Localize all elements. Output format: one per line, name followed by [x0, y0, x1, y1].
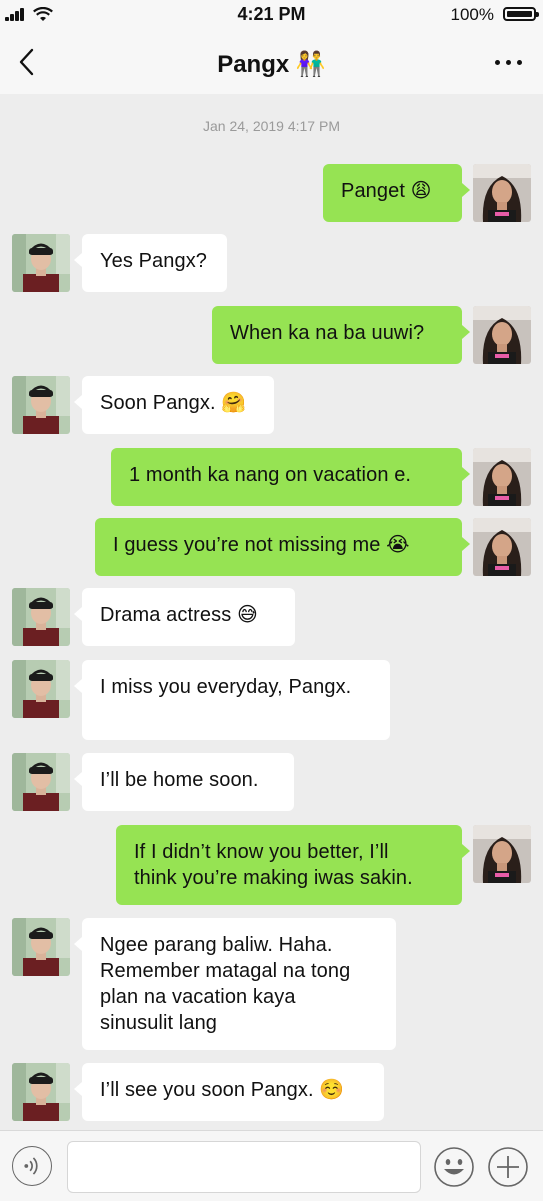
my-avatar[interactable] — [473, 306, 531, 364]
add-attachment-icon[interactable] — [487, 1146, 529, 1188]
more-options-icon[interactable] — [493, 52, 525, 72]
outgoing-message-bubble[interactable]: When ka na ba uuwi? — [212, 306, 470, 364]
message-input[interactable] — [67, 1141, 421, 1193]
outgoing-message-bubble[interactable]: Panget 😩 — [323, 164, 470, 222]
emoji-icon[interactable] — [433, 1146, 475, 1188]
message-text: plan na vacation kaya — [100, 986, 296, 1008]
my-avatar[interactable] — [473, 448, 531, 506]
voice-input-icon[interactable] — [12, 1146, 52, 1186]
incoming-message-bubble[interactable]: Yes Pangx? — [74, 234, 227, 292]
message-text: sinusulit lang — [100, 1012, 218, 1034]
incoming-message-bubble[interactable]: Soon Pangx. 🤗 — [74, 376, 274, 434]
message-text: 1 month ka nang on vacation e. — [129, 464, 412, 486]
status-bar: 4:21 PM 100% — [0, 0, 543, 30]
contact-avatar[interactable] — [12, 660, 70, 718]
message-text: Drama actress 😅 — [100, 604, 258, 626]
contact-avatar[interactable] — [12, 918, 70, 976]
incoming-message-bubble[interactable]: I miss you everyday, Pangx. — [74, 660, 390, 740]
outgoing-message-bubble[interactable]: I guess you’re not missing me 😭 — [95, 518, 470, 576]
chat-title: Pangx 👫 — [217, 51, 326, 78]
battery-icon — [503, 7, 539, 21]
message-text: Yes Pangx? — [100, 250, 208, 272]
message-text: I guess you’re not missing me 😭 — [113, 534, 410, 556]
incoming-message-bubble[interactable]: I’ll be home soon. — [74, 753, 294, 811]
message-text: I miss you everyday, Pangx. — [100, 676, 352, 698]
contact-avatar[interactable] — [12, 376, 70, 434]
incoming-message-bubble[interactable]: I’ll see you soon Pangx. ☺️ — [74, 1063, 384, 1121]
contact-avatar[interactable] — [12, 753, 70, 811]
message-text: Panget 😩 — [341, 180, 432, 202]
my-avatar[interactable] — [473, 164, 531, 222]
message-text: Soon Pangx. 🤗 — [100, 392, 247, 414]
message-text: think you’re making iwas sakin. — [134, 867, 413, 889]
conversation-timestamp: Jan 24, 2019 4:17 PM — [203, 118, 340, 134]
message-text: When ka na ba uuwi? — [230, 322, 425, 344]
input-bar — [0, 1130, 543, 1201]
message-text — [100, 700, 374, 726]
outgoing-message-bubble[interactable]: 1 month ka nang on vacation e. — [111, 448, 470, 506]
message-text: If I didn’t know you better, I’ll — [134, 841, 389, 863]
outgoing-message-bubble[interactable]: If I didn’t know you better, I’ll think y… — [116, 825, 470, 905]
my-avatar[interactable] — [473, 518, 531, 576]
message-text: Ngee parang baliw. Haha. — [100, 934, 333, 956]
contact-avatar[interactable] — [12, 588, 70, 646]
contact-avatar[interactable] — [12, 1063, 70, 1121]
my-avatar[interactable] — [473, 825, 531, 883]
message-text: Remember matagal na tong — [100, 960, 351, 982]
incoming-message-bubble[interactable]: Ngee parang baliw. Haha. Remember matagal… — [74, 918, 396, 1050]
message-text: I’ll see you soon Pangx. ☺️ — [100, 1079, 345, 1101]
incoming-message-bubble[interactable]: Drama actress 😅 — [74, 588, 295, 646]
contact-avatar[interactable] — [12, 234, 70, 292]
message-text: I’ll be home soon. — [100, 769, 259, 791]
battery-percentage: 100% — [450, 5, 494, 24]
chat-header: Pangx 👫 — [0, 30, 543, 94]
